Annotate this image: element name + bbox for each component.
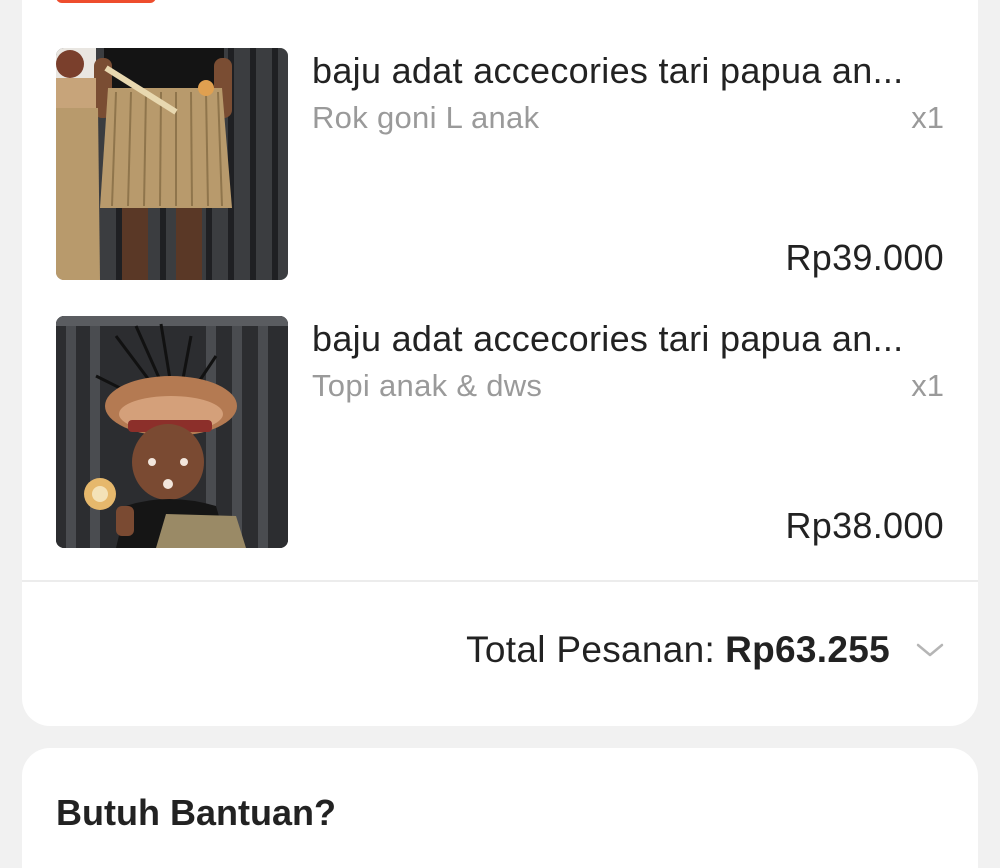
product-price: Rp38.000 <box>785 505 944 546</box>
order-total-value: Rp63.255 <box>725 629 890 670</box>
product-name[interactable]: baju adat accecories tari papua an... <box>312 316 942 362</box>
order-total-label: Total Pesanan: <box>466 629 716 670</box>
product-quantity: x1 <box>911 368 944 403</box>
product-image-headdress[interactable] <box>56 316 288 548</box>
order-item-2[interactable]: baju adat accecories tari papua an... To… <box>56 316 944 548</box>
product-quantity: x1 <box>911 100 944 135</box>
order-item-1[interactable]: baju adat accecories tari papua an... Ro… <box>56 48 944 280</box>
divider <box>22 580 978 582</box>
order-total-row[interactable]: Total Pesanan: Rp63.255 <box>466 626 946 674</box>
product-variant: Topi anak & dws <box>312 368 543 403</box>
help-card: Butuh Bantuan? <box>22 748 978 868</box>
help-card-title: Butuh Bantuan? <box>56 792 336 833</box>
chevron-down-icon[interactable] <box>914 640 946 660</box>
order-card: baju adat accecories tari papua an... Ro… <box>22 0 978 726</box>
product-price: Rp39.000 <box>785 237 944 278</box>
product-image-grass-skirt[interactable] <box>56 48 288 280</box>
shop-badge <box>56 0 156 3</box>
product-variant: Rok goni L anak <box>312 100 540 135</box>
product-name[interactable]: baju adat accecories tari papua an... <box>312 48 942 94</box>
